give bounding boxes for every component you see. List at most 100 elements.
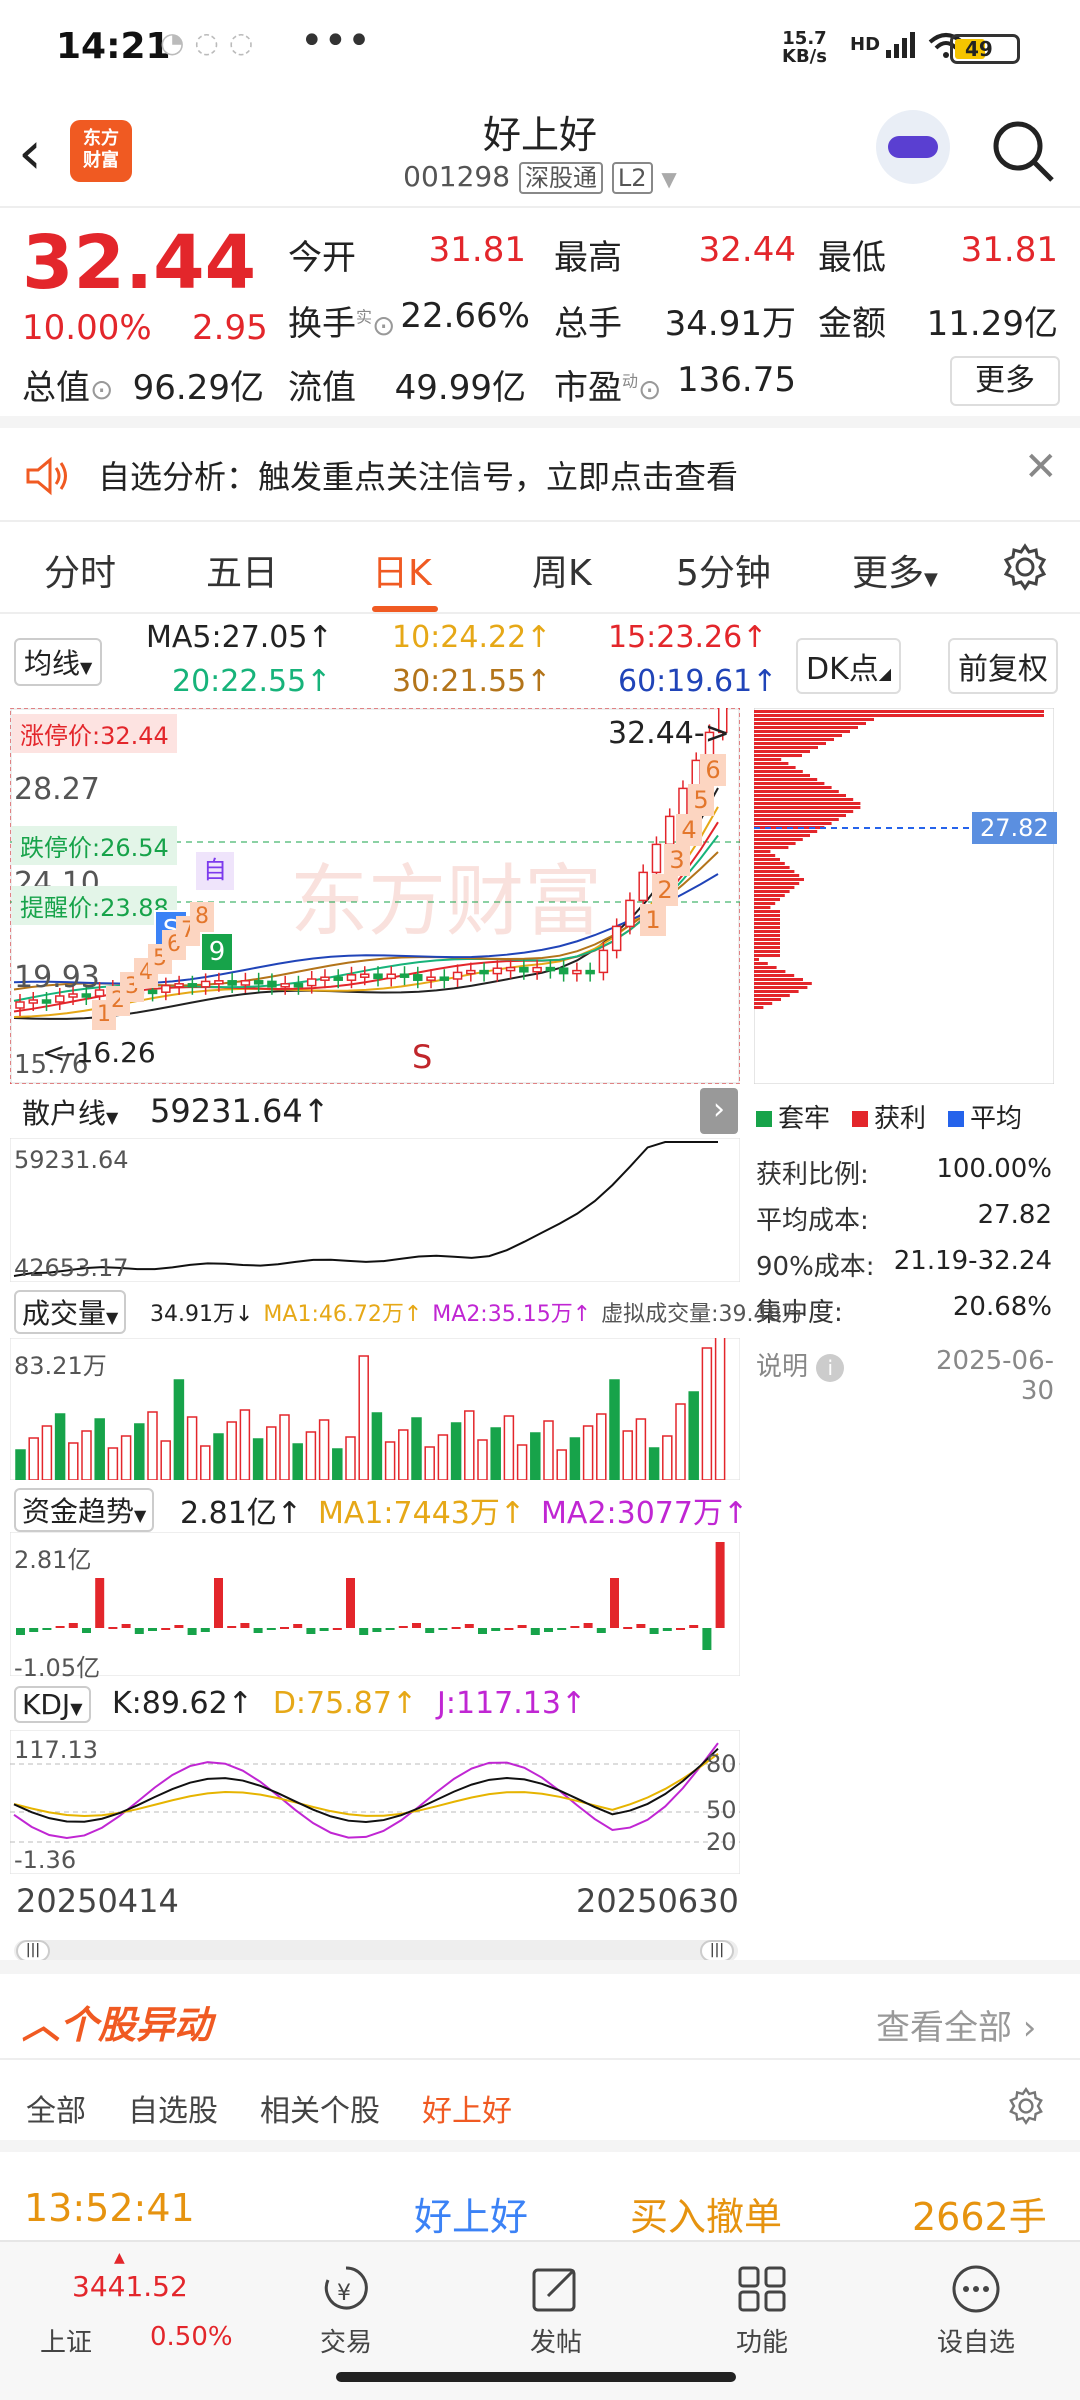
movers-title[interactable]: ︿个股异动 — [22, 1994, 212, 2049]
gear-icon[interactable] — [1000, 542, 1050, 592]
candle-body — [174, 983, 184, 988]
tab-five-day[interactable]: 五日 — [206, 544, 278, 596]
chip-bar — [754, 754, 802, 757]
more-button[interactable]: 更多 — [950, 356, 1060, 406]
tab-more[interactable]: 更多▼ — [852, 544, 938, 596]
volume-legend: 34.91万↓ MA1:46.72万↑ MA2:35.15万↑ 虚拟成交量:39… — [150, 1296, 804, 1328]
nav-post[interactable]: 发帖 — [496, 2322, 616, 2359]
tab-weekly-k[interactable]: 周K — [532, 544, 592, 596]
adjust-button[interactable]: 前复权 — [948, 638, 1058, 694]
volume-bar — [160, 1440, 171, 1480]
retail-selector[interactable]: 散户线▼ — [14, 1090, 127, 1134]
fund-bar — [544, 1628, 553, 1632]
volume-bar — [345, 1436, 356, 1480]
candle-body — [147, 989, 158, 995]
chip-bar — [754, 758, 782, 761]
self-select-marker[interactable]: 自 — [196, 852, 234, 890]
candle-body — [280, 983, 290, 988]
tab-daily-k[interactable]: 日K — [372, 544, 432, 596]
nine-turn-badge-up: 1 — [640, 904, 666, 936]
robot-assistant-icon[interactable] — [876, 110, 950, 184]
candle-body — [161, 984, 171, 993]
filter-related[interactable]: 相关个股 — [260, 2086, 380, 2130]
mover-name[interactable]: 好上好 — [414, 2186, 528, 2241]
add-watchlist-icon[interactable] — [946, 2262, 1006, 2316]
volume-bar — [424, 1446, 435, 1480]
candle-body — [333, 976, 343, 981]
volume-bar — [622, 1430, 633, 1480]
note-link[interactable]: 说明 i — [756, 1346, 845, 1383]
volume-bar — [15, 1449, 26, 1480]
tab-intraday[interactable]: 分时 — [44, 544, 116, 596]
volume-selector[interactable]: 成交量▼ — [14, 1290, 127, 1334]
fund-bar — [610, 1578, 619, 1628]
index-name[interactable]: 上证 — [40, 2322, 92, 2359]
ma-legend: 均线▼ MA5:27.05↑ 10:24.22↑ 15:23.26↑ 20:22… — [0, 614, 777, 710]
fund-bar — [346, 1578, 355, 1628]
chevron-down-icon[interactable]: ▼ — [661, 167, 676, 191]
ma-selector[interactable]: 均线▼ — [14, 638, 103, 686]
candle-body — [386, 973, 397, 980]
candle-body — [373, 973, 383, 980]
trade-icon[interactable]: ¥ — [316, 2262, 376, 2316]
candle-body — [28, 999, 39, 1004]
movers-settings-icon[interactable] — [1006, 2086, 1046, 2126]
fund-bar — [649, 1628, 659, 1634]
index-value[interactable]: 3441.52 — [72, 2270, 188, 2303]
dk-button[interactable]: DK点◢ — [796, 638, 902, 694]
volume-bar — [596, 1413, 607, 1480]
ma5-value: MA5:27.05↑ — [146, 620, 333, 655]
filter-watchlist[interactable]: 自选股 — [128, 2086, 218, 2130]
mover-row[interactable]: 13:52:41 好上好 买入撤单 2662手 — [0, 2160, 1080, 2240]
volume-bar — [635, 1418, 647, 1480]
function-icon[interactable] — [732, 2262, 792, 2316]
quote-panel: 32.44 10.00% 2.95 今开 31.81 最高 32.44 最低 3… — [0, 208, 1080, 428]
fund-ma1: MA1:7443万↑ — [317, 1496, 526, 1531]
fund-bar — [676, 1628, 685, 1630]
candle-body — [439, 976, 450, 981]
chip-bar — [754, 794, 846, 797]
ma20-value: 20:22.55↑ — [172, 664, 332, 699]
date-start: 20250414 — [16, 1882, 179, 1920]
chip-bar — [754, 930, 780, 933]
active-tab-indicator — [372, 606, 438, 612]
nav-add-watchlist[interactable]: 设自选 — [916, 2322, 1036, 2359]
volume-bar — [384, 1441, 396, 1480]
chip-bar — [754, 946, 780, 949]
chevron-right-icon[interactable]: › — [700, 1088, 738, 1134]
sell-marker: S — [412, 1038, 433, 1076]
fund-bar — [557, 1628, 567, 1630]
notification-icons: ◔◌◌ — [160, 26, 264, 59]
search-icon[interactable] — [988, 116, 1058, 186]
index-change: 0.50% — [150, 2322, 233, 2352]
kdj-legend: K:89.62↑ D:75.87↑ J:117.13↑ — [112, 1686, 586, 1721]
nav-trade[interactable]: 交易 — [286, 2322, 406, 2359]
fund-bar — [253, 1628, 263, 1633]
level-tag: L2 — [611, 162, 653, 194]
candle-body — [466, 969, 476, 975]
fund-selector[interactable]: 资金趋势▼ — [14, 1488, 155, 1532]
filter-this-stock[interactable]: 好上好 — [422, 2086, 512, 2130]
alert-banner[interactable]: 自选分析：触发重点关注信号，立即点击查看 ✕ — [0, 428, 1080, 522]
candle-body — [519, 966, 529, 973]
chip-bar — [754, 802, 861, 805]
tab-5min[interactable]: 5分钟 — [676, 544, 771, 596]
view-all-link[interactable]: 查看全部 › — [876, 2000, 1036, 2049]
kdj-selector[interactable]: KDJ▼ — [14, 1686, 91, 1723]
scroll-handle-right[interactable]: ||| — [700, 1940, 734, 1962]
fund-axis-bottom: -1.05亿 — [14, 1654, 101, 1682]
scroll-handle-left[interactable]: ||| — [16, 1940, 50, 1962]
turnover-value: 22.66% — [400, 296, 530, 336]
candle-body — [638, 871, 648, 902]
chart-scrollbar[interactable]: ||| ||| — [14, 1940, 738, 1962]
close-icon[interactable]: ✕ — [1024, 444, 1058, 490]
alert-text[interactable]: 自选分析：触发重点关注信号，立即点击查看 — [98, 452, 738, 498]
kdj-axis-top: 117.13 — [14, 1736, 98, 1764]
post-icon[interactable] — [526, 2262, 586, 2316]
nine-turn-badge-early: 8 — [190, 902, 214, 932]
nav-function[interactable]: 功能 — [702, 2322, 822, 2359]
fund-bar — [372, 1628, 382, 1632]
kdj-level-50: 50 — [706, 1796, 737, 1824]
candle-body — [413, 974, 423, 981]
filter-all[interactable]: 全部 — [26, 2086, 86, 2130]
